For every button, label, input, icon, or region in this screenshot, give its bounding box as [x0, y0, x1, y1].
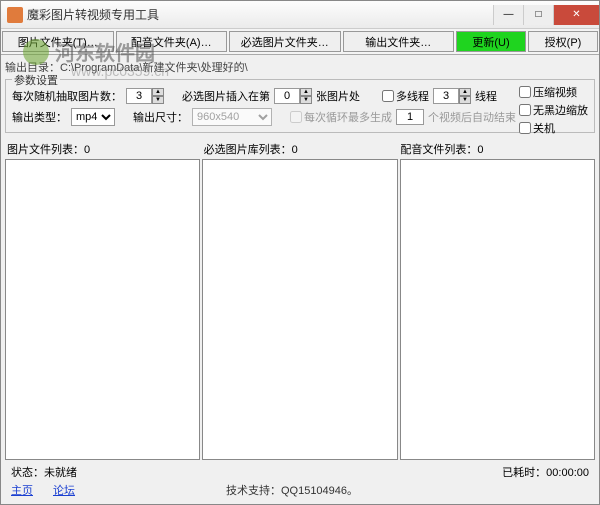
required-image-listbox[interactable]	[202, 159, 397, 460]
params-row-2: 输出类型： mp4 输出尺寸： 960x540 每次循环最多生成 个视频后自动结…	[12, 108, 588, 126]
params-row-1: 每次随机抽取图片数： ▲ ▼ 必选图片插入在第 ▲ ▼	[12, 88, 588, 104]
random-count-input[interactable]	[126, 88, 152, 104]
output-size-label: 输出尺寸：	[133, 109, 188, 125]
output-type-select[interactable]: mp4	[71, 108, 115, 126]
spin-down-icon[interactable]: ▼	[152, 96, 164, 104]
insert-at-label-b: 张图片处	[316, 88, 360, 104]
spinner-buttons: ▲ ▼	[459, 88, 471, 104]
status-row: 状态：未就绪 已耗时：00:00:00	[5, 460, 595, 480]
noblack-check-input[interactable]	[519, 104, 531, 116]
window-title: 魔彩图片转视频专用工具	[27, 6, 159, 23]
thread-count-spinner[interactable]: ▲ ▼	[433, 88, 471, 104]
maximize-button[interactable]: □	[523, 5, 553, 25]
spinner-buttons: ▲ ▼	[152, 88, 164, 104]
loop-limit-label: 每次循环最多生成	[304, 109, 392, 125]
loop-limit-input[interactable]	[396, 109, 424, 125]
spin-up-icon[interactable]: ▲	[300, 88, 312, 96]
home-link[interactable]: 主页	[11, 482, 33, 498]
loop-limit-check-input[interactable]	[290, 111, 302, 123]
noblack-checkbox[interactable]: 无黑边缩放	[519, 102, 588, 118]
output-folder-button[interactable]: 输出文件夹…	[343, 31, 455, 52]
loop-limit-suffix: 个视频后自动结束	[428, 109, 516, 125]
multithread-label: 多线程	[396, 88, 429, 104]
spinner-buttons: ▲ ▼	[300, 88, 312, 104]
footer-links: 主页 论坛 技术支持：QQ15104946。	[5, 480, 595, 504]
insert-at-spinner[interactable]: ▲ ▼	[274, 88, 312, 104]
compress-label: 压缩视频	[533, 84, 577, 100]
status-value: 未就绪	[44, 467, 77, 479]
random-count-spinner[interactable]: ▲ ▼	[126, 88, 164, 104]
thread-count-input[interactable]	[433, 88, 459, 104]
output-type-label: 输出类型：	[12, 109, 67, 125]
shutdown-check-input[interactable]	[519, 122, 531, 134]
titlebar-left: 魔彩图片转视频专用工具	[1, 6, 159, 23]
loop-limit-checkbox[interactable]: 每次循环最多生成	[290, 109, 392, 125]
forum-link[interactable]: 论坛	[53, 482, 75, 498]
tech-support-text: 技术支持：QQ15104946。	[95, 482, 489, 498]
insert-at-label-a: 必选图片插入在第	[182, 88, 270, 104]
status-label: 状态：	[11, 467, 44, 479]
close-button[interactable]: ✕	[553, 5, 599, 25]
output-size-select[interactable]: 960x540	[192, 108, 272, 126]
shutdown-checkbox[interactable]: 关机	[519, 120, 588, 136]
lists-header: 图片文件列表：0 必选图片库列表：0 配音文件列表：0	[5, 139, 595, 159]
compress-checkbox[interactable]: 压缩视频	[519, 84, 588, 100]
shutdown-label: 关机	[533, 120, 555, 136]
status-left: 状态：未就绪	[11, 464, 77, 480]
image-file-listbox[interactable]	[5, 159, 200, 460]
toolbar: 图片文件夹(T)… 配音文件夹(A)… 必选图片文件夹… 输出文件夹… 更新(U…	[1, 29, 599, 55]
noblack-label: 无黑边缩放	[533, 102, 588, 118]
output-path-value: C:\ProgramData\新建文件夹\处理好的\	[60, 62, 248, 74]
status-right: 已耗时：00:00:00	[502, 464, 589, 480]
multithread-check-input[interactable]	[382, 90, 394, 102]
output-path-row: 输出目录：C:\ProgramData\新建文件夹\处理好的\	[5, 57, 595, 77]
random-count-label: 每次随机抽取图片数：	[12, 88, 122, 104]
time-value: 00:00:00	[546, 467, 589, 479]
audio-file-listbox[interactable]	[400, 159, 595, 460]
audio-folder-button[interactable]: 配音文件夹(A)…	[116, 31, 228, 52]
app-icon	[7, 7, 23, 23]
spin-down-icon[interactable]: ▼	[459, 96, 471, 104]
multithread-checkbox[interactable]: 多线程	[382, 88, 429, 104]
app-window: 魔彩图片转视频专用工具 — □ ✕ 图片文件夹(T)… 配音文件夹(A)… 必选…	[0, 0, 600, 505]
minimize-button[interactable]: —	[493, 5, 523, 25]
content-area: 输出目录：C:\ProgramData\新建文件夹\处理好的\ 参数设置 每次随…	[1, 55, 599, 504]
params-groupbox: 参数设置 每次随机抽取图片数： ▲ ▼ 必选图片插入在第 ▲ ▼	[5, 79, 595, 133]
window-controls: — □ ✕	[493, 5, 599, 25]
update-button[interactable]: 更新(U)	[456, 31, 526, 52]
license-button[interactable]: 授权(P)	[528, 31, 598, 52]
spin-up-icon[interactable]: ▲	[152, 88, 164, 96]
right-options: 压缩视频 无黑边缩放 关机	[519, 84, 588, 136]
image-folder-button[interactable]: 图片文件夹(T)…	[2, 31, 114, 52]
compress-check-input[interactable]	[519, 86, 531, 98]
spin-up-icon[interactable]: ▲	[459, 88, 471, 96]
params-legend: 参数设置	[12, 72, 60, 88]
time-label: 已耗时：	[502, 467, 546, 479]
required-list-header: 必选图片库列表：0	[202, 139, 399, 159]
image-list-header: 图片文件列表：0	[5, 139, 202, 159]
audio-list-header: 配音文件列表：0	[398, 139, 595, 159]
spin-down-icon[interactable]: ▼	[300, 96, 312, 104]
titlebar: 魔彩图片转视频专用工具 — □ ✕	[1, 1, 599, 29]
thread-label: 线程	[475, 88, 497, 104]
insert-at-input[interactable]	[274, 88, 300, 104]
lists-row	[5, 159, 595, 460]
required-image-folder-button[interactable]: 必选图片文件夹…	[229, 31, 341, 52]
